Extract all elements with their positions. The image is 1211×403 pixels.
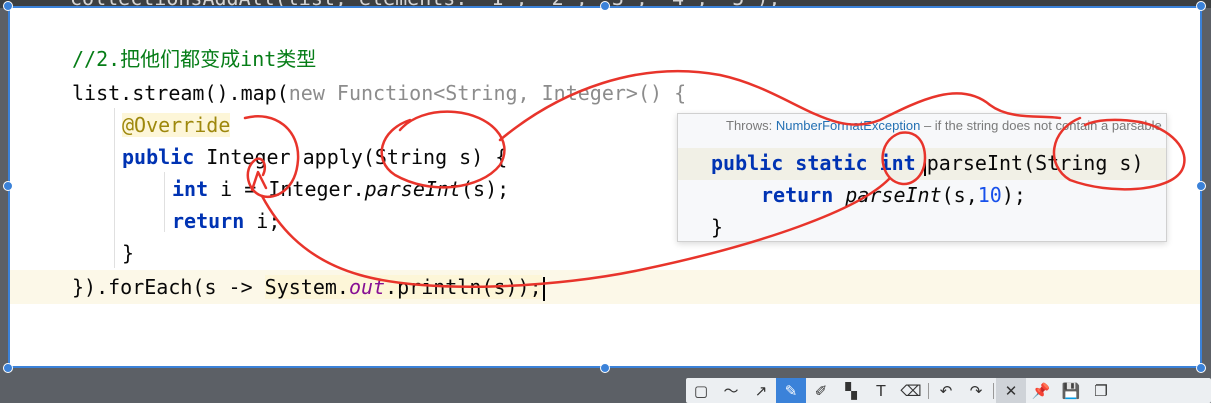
toolbar-separator: [993, 382, 994, 399]
popup-caret: [923, 153, 926, 176]
code-text: .println(s));: [385, 275, 542, 299]
close-icon: ✕: [1004, 381, 1018, 400]
throws-line: Throws: NumberFormatException – if the s…: [726, 118, 1166, 133]
code-text: );: [1001, 183, 1026, 207]
curve-tool-button[interactable]: 〜: [716, 378, 746, 403]
copy-tool-button[interactable]: ❐: [1086, 378, 1116, 403]
number-literal: 10: [977, 183, 1002, 207]
eraser-tool-button[interactable]: ⌫: [896, 378, 926, 403]
keyword-return: return: [172, 209, 245, 233]
code-text: list.stream().map(: [72, 81, 289, 105]
method-parseInt: parseInt: [845, 183, 942, 207]
resize-handle-bottom-left[interactable]: [3, 363, 13, 373]
code-line-comment: //2.把他们都变成int类型: [72, 44, 316, 74]
code-text: parseInt(String s): [926, 151, 1144, 175]
annotation-override: @Override: [122, 113, 231, 137]
curve-icon: 〜: [723, 382, 739, 400]
arrow-tool-button[interactable]: ↗: [746, 378, 776, 403]
code-text: (s);: [461, 177, 510, 201]
mosaic-icon: ▚: [845, 381, 857, 400]
toolbar-separator: [928, 382, 929, 399]
code-text: }: [122, 241, 135, 265]
arrow-icon: ↗: [754, 381, 768, 400]
text-caret: [542, 276, 545, 301]
code-text: i = Integer.: [208, 177, 365, 201]
indent-guide: [114, 108, 115, 268]
code-line-return: return i;: [172, 206, 280, 236]
rect-icon: ▢: [693, 381, 709, 400]
resize-handle-top-left[interactable]: [3, 1, 13, 11]
pin-tool-button[interactable]: 📌: [1026, 378, 1056, 403]
code-line-apply: public Integer apply(String s) {: [122, 142, 507, 172]
quick-documentation-popup[interactable]: Throws: NumberFormatException – if the s…: [677, 113, 1167, 242]
pen-icon: ✎: [784, 381, 798, 400]
save-tool-button[interactable]: 💾: [1056, 378, 1086, 403]
mosaic-tool-button[interactable]: ▚: [836, 378, 866, 403]
code-text: Function<String, Integer>() {: [324, 81, 687, 105]
redo-icon: ↷: [969, 381, 983, 400]
close-tool-button[interactable]: ✕: [996, 378, 1026, 403]
resize-handle-bottom-right[interactable]: [1196, 363, 1206, 373]
code-line-parse: int i = Integer.parseInt(s);: [172, 174, 509, 204]
eraser-icon: ⌫: [900, 381, 922, 400]
keyword-new: new: [288, 81, 325, 105]
throws-label: Throws:: [726, 118, 776, 133]
text-tool-button[interactable]: T: [866, 378, 896, 403]
popup-return-line: return parseInt(s,10);: [761, 180, 1026, 210]
code-text: }).forEach(s ->: [72, 275, 265, 299]
copy-icon: ❐: [1094, 381, 1108, 400]
keyword-int: int: [172, 177, 209, 201]
marker-icon: ✐: [814, 381, 828, 400]
pen-tool-button[interactable]: ✎: [776, 378, 806, 403]
screenshot-toolbar: ▢ 〜 ↗ ✎ ✐ ▚ T ⌫ ↶ ↷ ✕ 📌 💾 ❐: [686, 378, 1211, 403]
code-line-map: list.stream().map(new Function<String, I…: [72, 78, 686, 108]
keyword-public: public: [122, 145, 195, 169]
comment-text: //2.把他们都变成int类型: [72, 47, 317, 71]
code-text: System.: [264, 275, 349, 299]
code-text: (s,: [941, 183, 978, 207]
resize-handle-right[interactable]: [1196, 181, 1206, 191]
popup-signature-line: public static int parseInt(String s): [711, 148, 1144, 178]
resize-handle-top[interactable]: [600, 1, 610, 11]
resize-handle-left[interactable]: [3, 181, 13, 191]
keyword-return: return: [761, 183, 846, 207]
undo-icon: ↶: [939, 381, 953, 400]
text-icon: T: [876, 381, 886, 400]
code-line-foreach: }).forEach(s -> System.out.println(s));: [72, 272, 546, 302]
field-out: out: [348, 275, 386, 299]
redo-tool-button[interactable]: ↷: [961, 378, 991, 403]
code-line-override: @Override: [122, 110, 231, 140]
popup-close-brace: }: [711, 215, 724, 239]
code-text: Integer apply(String s) {: [194, 145, 508, 169]
method-parseInt: parseInt: [364, 177, 461, 201]
exception-link[interactable]: NumberFormatException: [776, 118, 921, 133]
keyword-public-static-int: public static int: [711, 151, 928, 175]
code-line-close-brace: }: [122, 238, 134, 268]
resize-handle-bottom[interactable]: [600, 363, 610, 373]
pin-icon: 📌: [1031, 381, 1051, 400]
resize-handle-top-right[interactable]: [1196, 1, 1206, 11]
throws-description: – if the string does not contain a parsa…: [923, 118, 1166, 133]
code-text: i;: [244, 209, 281, 233]
marker-tool-button[interactable]: ✐: [806, 378, 836, 403]
undo-tool-button[interactable]: ↶: [931, 378, 961, 403]
indent-guide: [164, 172, 165, 232]
rect-tool-button[interactable]: ▢: [686, 378, 716, 403]
save-icon: 💾: [1061, 381, 1081, 400]
